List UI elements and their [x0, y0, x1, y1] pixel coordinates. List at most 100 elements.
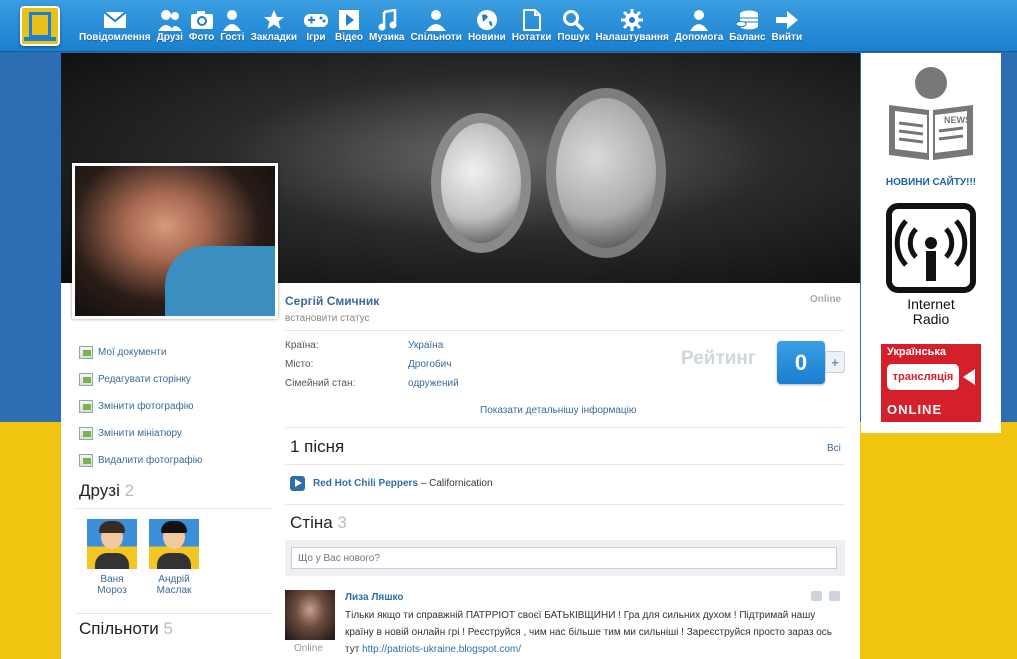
internet-radio-label[interactable]: Internet Radio	[861, 297, 1001, 327]
banner-line2: трансляція	[887, 364, 959, 390]
nav-item-guests[interactable]: Гості	[217, 0, 247, 52]
banner-line1: Українська	[887, 346, 947, 358]
play-icon[interactable]	[290, 476, 305, 491]
document-icon	[79, 346, 93, 359]
profile-name[interactable]: Сергій Смичник	[285, 294, 379, 308]
edit-icon	[79, 373, 93, 386]
friend-first-name[interactable]: Ваня	[82, 574, 142, 585]
nav-item-mail[interactable]: Повідомлення	[76, 0, 154, 52]
friends-count: 2	[124, 481, 135, 500]
divider	[75, 508, 273, 509]
info-value-family[interactable]: одружений	[408, 378, 459, 389]
song-separator: –	[418, 478, 430, 489]
divider	[285, 504, 845, 505]
friends-title-text: Друзі	[79, 481, 120, 500]
post-link[interactable]: http://patriots-ukraine.blogspot.com/	[362, 644, 521, 655]
nav-item-label: Відео	[334, 32, 363, 43]
coins-icon	[735, 8, 759, 32]
song-item[interactable]: Red Hot Chili Peppers – Californication	[313, 478, 493, 489]
nav-item-music-note[interactable]: Музика	[366, 0, 407, 52]
photo-icon	[79, 400, 93, 413]
change-photo-link[interactable]: Змінити фотографію	[79, 400, 194, 413]
ukrainian-broadcast-banner[interactable]: Українська трансляція ONLINE	[881, 344, 981, 422]
main-nav: Повідомлення Друзі Фото Гості Закладки Ігри Ві…	[76, 0, 805, 52]
nav-item-community[interactable]: Спільноти	[407, 0, 464, 52]
friend-last-name[interactable]: Мороз	[82, 585, 142, 596]
nav-item-exit-arrow[interactable]: Вийти	[769, 0, 806, 52]
nav-item-camera[interactable]: Фото	[186, 0, 217, 52]
nav-item-coins[interactable]: Баланс	[726, 0, 768, 52]
post-author-online: Online	[294, 643, 323, 654]
nav-item-play[interactable]: Відео	[332, 0, 366, 52]
friend-card[interactable]: Андрій Маслак	[144, 519, 204, 596]
speaker-icon	[963, 369, 975, 385]
nav-item-label: Нотатки	[511, 32, 552, 43]
info-label: Країна:	[285, 340, 319, 351]
community-icon	[425, 8, 447, 32]
info-value-country[interactable]: Україна	[408, 340, 443, 351]
profile-avatar[interactable]	[72, 163, 278, 319]
nav-item-star[interactable]: Закладки	[248, 0, 300, 52]
top-navigation-bar: Повідомлення Друзі Фото Гості Закладки Ігри Ві…	[0, 0, 1017, 52]
friend-first-name[interactable]: Андрій	[144, 574, 204, 585]
edit-page-link[interactable]: Редагувати сторінку	[79, 373, 191, 386]
camera-icon	[190, 8, 214, 32]
nav-item-note[interactable]: Нотатки	[509, 0, 555, 52]
nav-item-help[interactable]: Допомога	[672, 0, 726, 52]
nav-item-gamepad[interactable]: Ігри	[300, 0, 332, 52]
nav-item-label: Спільноти	[410, 32, 462, 43]
radio-label-line2: Radio	[912, 311, 950, 327]
thumbnail-icon	[79, 427, 93, 440]
wall-post-input[interactable]	[291, 547, 837, 569]
post-author-name[interactable]: Лиза Ляшко	[345, 592, 404, 603]
music-note-icon	[377, 8, 397, 32]
post-author-avatar[interactable]	[285, 590, 335, 640]
star-icon	[263, 8, 285, 32]
info-label: Місто:	[285, 359, 314, 370]
show-more-info-link[interactable]: Показати детальнішу інформацію	[480, 405, 636, 416]
nav-item-gear[interactable]: Налаштування	[593, 0, 672, 52]
nav-item-label: Баланс	[729, 32, 766, 43]
guests-icon	[222, 8, 242, 32]
rating-label: Рейтинг	[681, 348, 756, 369]
news-badge-text: NEWS	[944, 115, 971, 125]
gamepad-icon	[303, 8, 329, 32]
wall-count: 3	[337, 513, 347, 532]
delete-photo-link[interactable]: Видалити фотографію	[79, 454, 202, 467]
friends-title[interactable]: Друзі 2	[79, 481, 134, 501]
close-icon[interactable]	[829, 591, 840, 601]
nav-item-search[interactable]: Пошук	[554, 0, 592, 52]
divider	[285, 330, 845, 331]
all-songs-link[interactable]: Всі	[827, 443, 841, 454]
news-reader-icon[interactable]: NEWS	[881, 65, 981, 165]
song-artist[interactable]: Red Hot Chili Peppers	[313, 478, 418, 489]
nav-item-label: Пошук	[557, 32, 590, 43]
rating-plus-button[interactable]: +	[825, 351, 845, 373]
radio-icon[interactable]	[886, 203, 976, 293]
info-value-city[interactable]: Дрогобич	[408, 359, 451, 370]
site-logo[interactable]	[20, 6, 60, 46]
sidebar-link-label: Змінити фотографію	[98, 401, 194, 412]
change-thumbnail-link[interactable]: Змінити мініатюру	[79, 427, 182, 440]
my-documents-link[interactable]: Мої документи	[79, 346, 166, 359]
set-status-link[interactable]: встановити статус	[285, 313, 370, 324]
globe-icon	[476, 8, 498, 32]
friend-last-name[interactable]: Маслак	[144, 585, 204, 596]
nav-item-friends[interactable]: Друзі	[154, 0, 186, 52]
delete-photo-icon	[79, 454, 93, 467]
friend-avatar[interactable]	[87, 519, 137, 569]
profile-main: Сергій Смичник встановити статус Online …	[61, 53, 860, 659]
nav-item-label: Ігри	[306, 32, 326, 43]
divider	[285, 464, 845, 465]
communities-title[interactable]: Спільноти 5	[79, 619, 173, 639]
songs-title[interactable]: 1 пісня	[290, 437, 344, 457]
friends-icon	[157, 8, 182, 32]
nav-item-globe[interactable]: Новини	[465, 0, 509, 52]
wall-title[interactable]: Стіна 3	[290, 513, 347, 533]
friend-card[interactable]: Ваня Мороз	[82, 519, 142, 596]
nav-item-label: Вийти	[771, 32, 803, 43]
site-news-label[interactable]: НОВИНИ САЙТУ!!!	[861, 177, 1001, 188]
comment-icon[interactable]	[811, 591, 822, 601]
friend-avatar[interactable]	[149, 519, 199, 569]
wall-title-text: Стіна	[290, 513, 333, 532]
